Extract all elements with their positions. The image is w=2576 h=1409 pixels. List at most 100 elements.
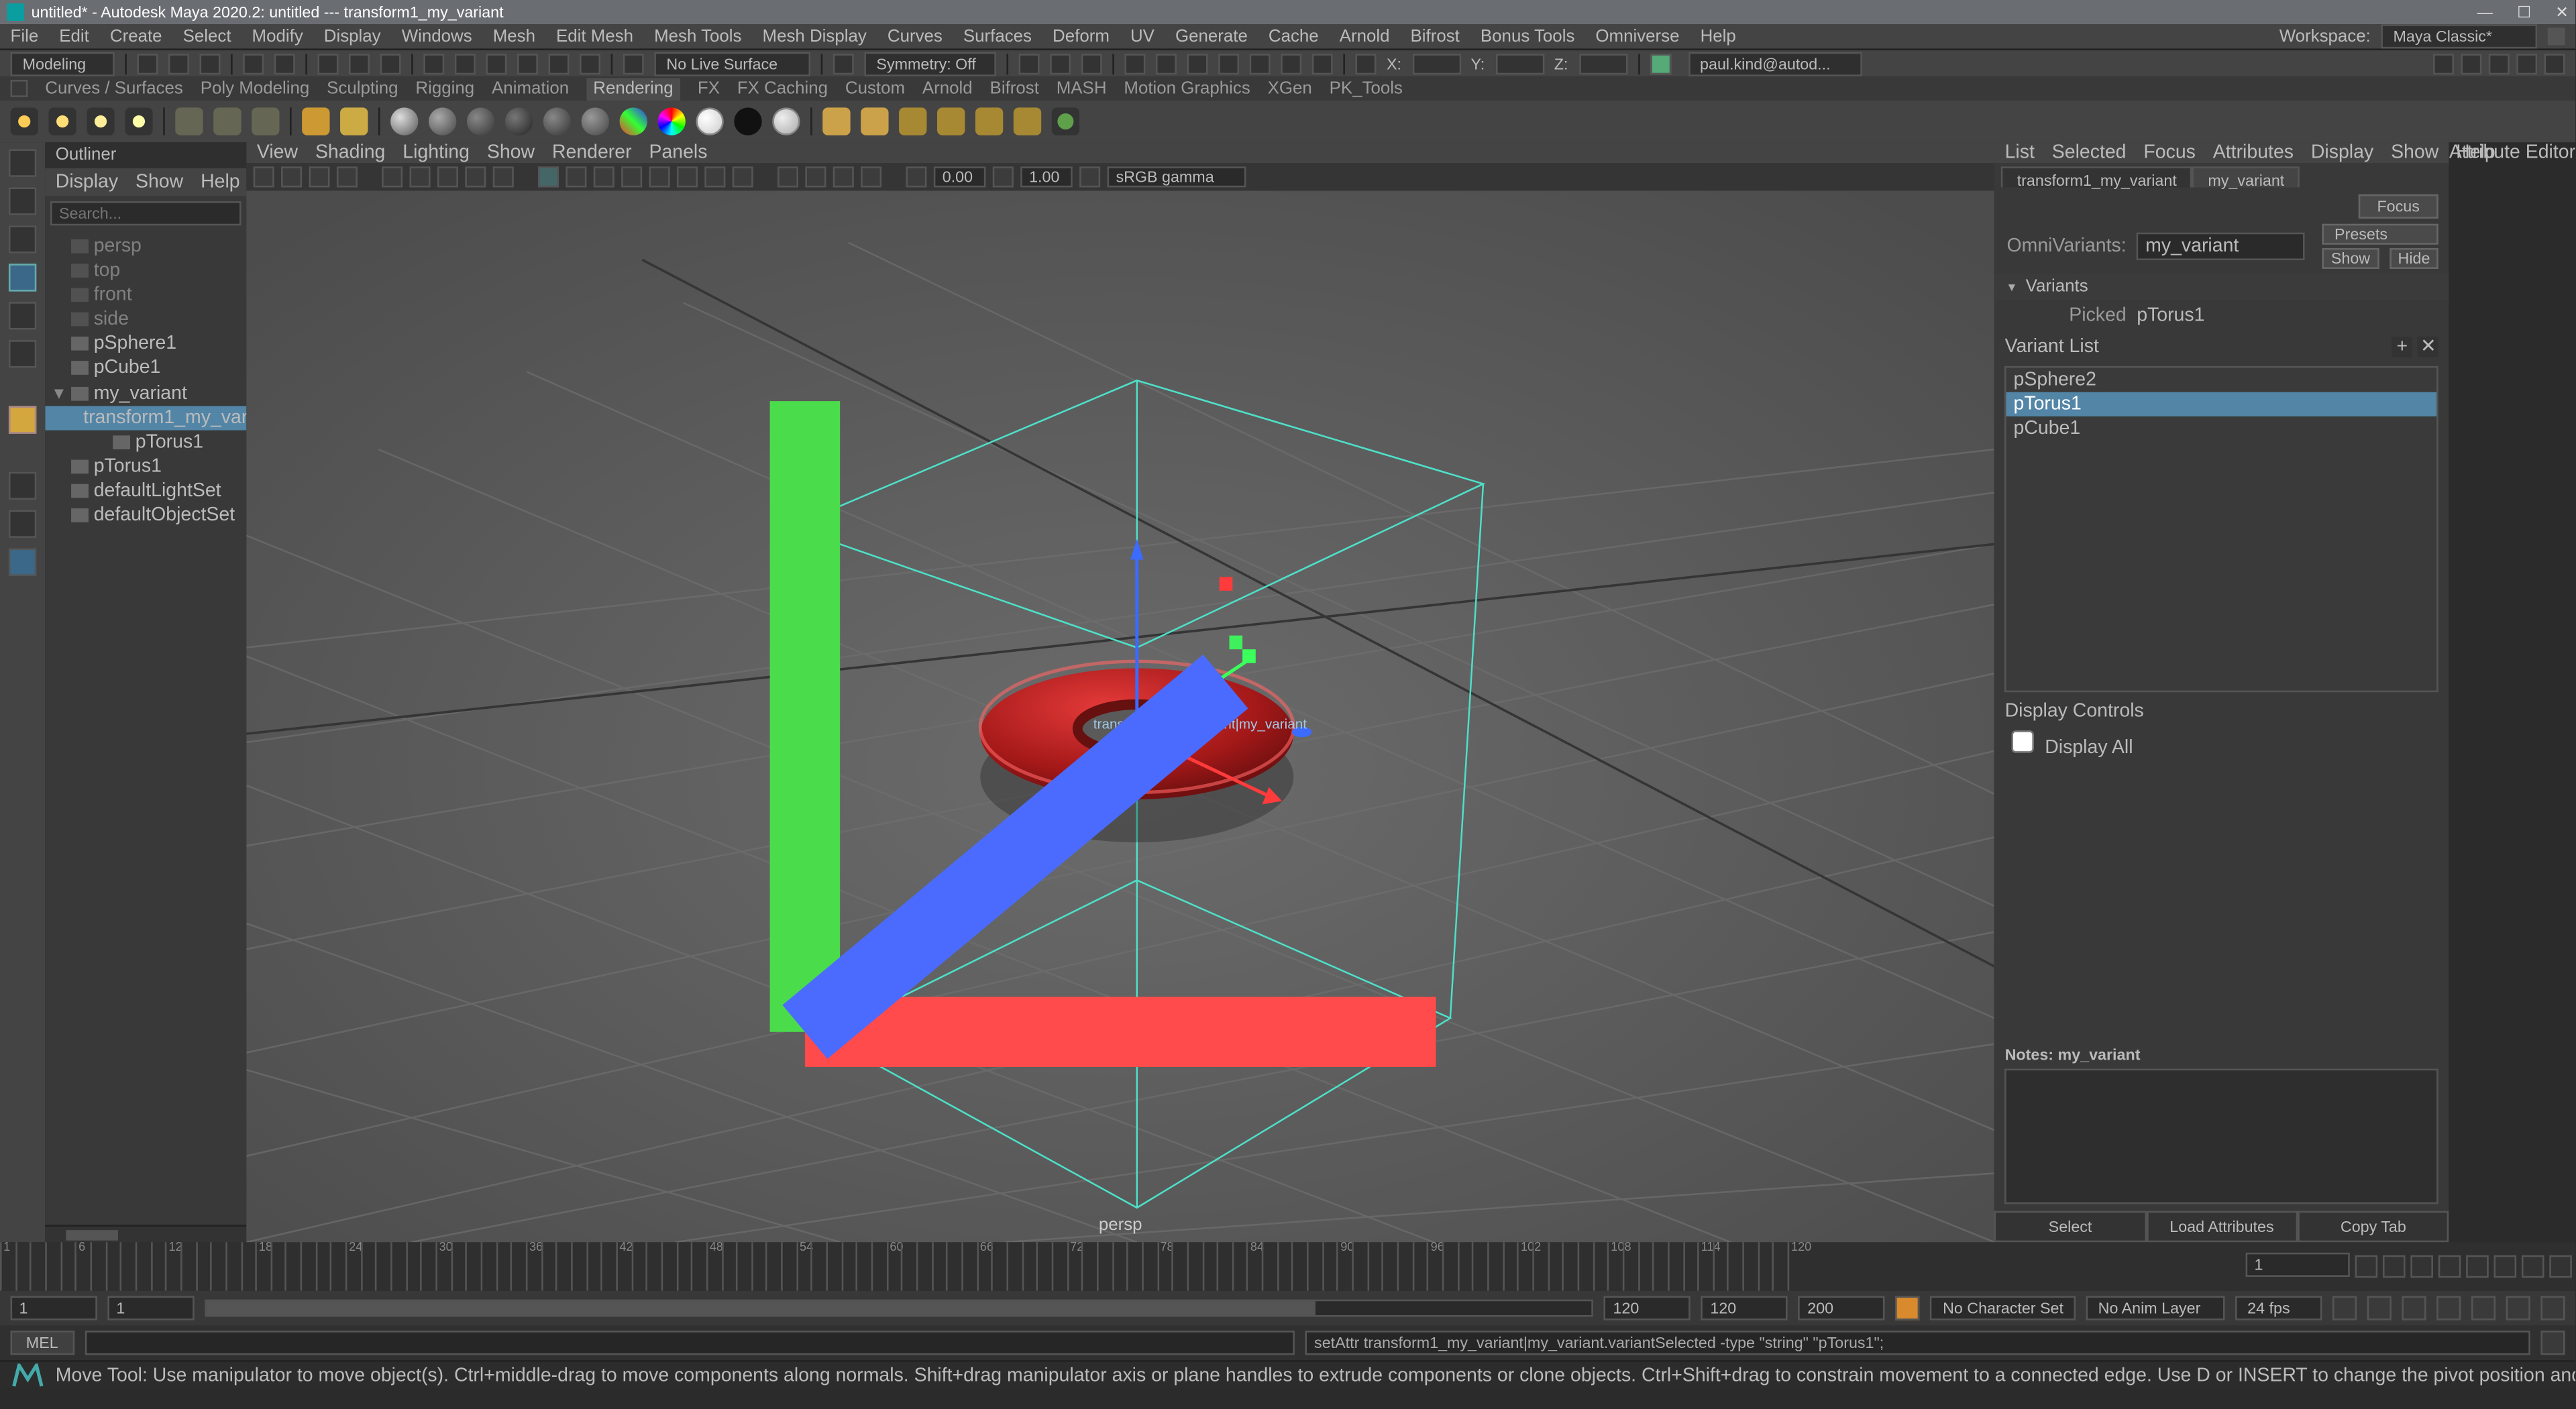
sidebar-toggle-4-icon[interactable]: [2516, 53, 2537, 74]
notes-textarea[interactable]: [2005, 1069, 2439, 1204]
outliner-node-my_variant[interactable]: ▾my_variant: [45, 380, 246, 406]
shelf-render-2-icon[interactable]: [861, 107, 888, 135]
vp-icon-shaded[interactable]: [538, 166, 559, 187]
shelf-icon-5[interactable]: [175, 107, 203, 135]
vp-exposure-field[interactable]: 0.00: [934, 166, 986, 187]
outliner-node-top[interactable]: top: [45, 258, 246, 282]
sidebar-toggle-3-icon[interactable]: [2489, 53, 2510, 74]
vp-icon-8[interactable]: [465, 166, 486, 187]
vp-icon-4[interactable]: [337, 166, 358, 187]
vp-icon-7[interactable]: [437, 166, 458, 187]
hypershade-icon[interactable]: [1250, 53, 1271, 74]
shelf-tab-pktools[interactable]: PK_Tools: [1330, 79, 1403, 98]
shelf-render-5-icon[interactable]: [975, 107, 1003, 135]
material-ball-4-icon[interactable]: [505, 107, 533, 135]
vp-icon-6[interactable]: [410, 166, 431, 187]
menu-file[interactable]: File: [11, 27, 39, 46]
vp-menu-view[interactable]: View: [257, 142, 298, 163]
range-icon-6[interactable]: [2506, 1296, 2530, 1320]
shelf-tab-mash[interactable]: MASH: [1057, 79, 1107, 98]
shelf-render-icon[interactable]: [340, 107, 368, 135]
show-button[interactable]: Show: [2322, 248, 2379, 269]
vp-menu-renderer[interactable]: Renderer: [552, 142, 632, 163]
range-slider[interactable]: [205, 1300, 1594, 1317]
last-tool-icon[interactable]: [9, 406, 36, 433]
range-icon-1[interactable]: [2332, 1296, 2357, 1320]
shelf-render-4-icon[interactable]: [937, 107, 965, 135]
vp-gamma-field[interactable]: 1.00: [1020, 166, 1073, 187]
range-start-inner[interactable]: 1: [107, 1296, 194, 1320]
vp-icon-gate[interactable]: [861, 166, 881, 187]
shelf-tab-animation[interactable]: Animation: [492, 79, 569, 98]
playblast-icon[interactable]: [1281, 53, 1301, 74]
range-icon-5[interactable]: [2471, 1296, 2496, 1320]
select-button[interactable]: Select: [1994, 1211, 2146, 1243]
xyz-toggle-icon[interactable]: [1355, 53, 1376, 74]
play-fwd-icon[interactable]: [2466, 1255, 2489, 1278]
snap-grid-icon[interactable]: [423, 53, 444, 74]
shelf-icon-7[interactable]: [252, 107, 279, 135]
workspace-combo[interactable]: Maya Classic*: [2381, 24, 2537, 48]
lasso-tool-icon[interactable]: [9, 187, 36, 215]
shelf-layout-icon[interactable]: [11, 80, 28, 97]
variant-remove-icon[interactable]: ✕: [2418, 337, 2438, 357]
menu-create[interactable]: Create: [110, 27, 162, 46]
shelf-tab-rigging[interactable]: Rigging: [415, 79, 474, 98]
move-tool-icon[interactable]: [9, 264, 36, 291]
script-editor-icon[interactable]: [2540, 1331, 2565, 1355]
vp-menu-shading[interactable]: Shading: [315, 142, 385, 163]
light-spot-icon[interactable]: [87, 107, 114, 135]
layout-single-icon[interactable]: [9, 472, 36, 500]
material-ball-2-icon[interactable]: [429, 107, 456, 135]
minimize-icon[interactable]: —: [2477, 3, 2493, 21]
menu-windows[interactable]: Windows: [402, 27, 472, 46]
vp-icon-shadow[interactable]: [649, 166, 670, 187]
outliner-node-pCube1[interactable]: pCube1: [45, 355, 246, 380]
play-back-icon[interactable]: [2438, 1255, 2461, 1278]
time-slider[interactable]: 1612182430364248546066727884909610210811…: [0, 1242, 2575, 1290]
vp-icon-textured[interactable]: [594, 166, 614, 187]
rotate-tool-icon[interactable]: [9, 302, 36, 329]
material-ball-3-icon[interactable]: [467, 107, 494, 135]
snap-curve-icon[interactable]: [455, 53, 476, 74]
variant-list[interactable]: pSphere2pTorus1pCube1: [2005, 366, 2439, 692]
menu-uv[interactable]: UV: [1130, 27, 1155, 46]
copy-tab-button[interactable]: Copy Tab: [2298, 1211, 2449, 1243]
character-set-combo[interactable]: No Character Set: [1931, 1296, 2076, 1320]
menu-arnold[interactable]: Arnold: [1340, 27, 1390, 46]
material-ball-10-icon[interactable]: [734, 107, 761, 135]
menu-surfaces[interactable]: Surfaces: [963, 27, 1032, 46]
ipr-icon[interactable]: [1156, 53, 1177, 74]
menu-omniverse[interactable]: Omniverse: [1595, 27, 1679, 46]
menu-deform[interactable]: Deform: [1053, 27, 1110, 46]
shelf-render-1-icon[interactable]: [822, 107, 850, 135]
sidebar-toggle-1-icon[interactable]: [2433, 53, 2454, 74]
attribute-editor-side-tab[interactable]: Attribute Editor: [2449, 142, 2575, 1242]
maximize-icon[interactable]: ☐: [2517, 3, 2531, 21]
range-end-inner[interactable]: 120: [1605, 1296, 1691, 1320]
shelf-render-6-icon[interactable]: [1014, 107, 1041, 135]
shelf-tab-rendering[interactable]: Rendering: [586, 77, 680, 100]
outliner-menu-show[interactable]: Show: [136, 172, 183, 192]
coord-y-field[interactable]: [1495, 53, 1544, 74]
outliner-node-defaultLightSet[interactable]: defaultLightSet: [45, 479, 246, 503]
anim-layer-combo[interactable]: No Anim Layer: [2086, 1296, 2225, 1320]
variant-add-icon[interactable]: +: [2392, 337, 2412, 357]
menu-display[interactable]: Display: [324, 27, 381, 46]
menu-meshtools[interactable]: Mesh Tools: [654, 27, 741, 46]
menu-help[interactable]: Help: [1701, 27, 1736, 46]
outliner-node-transform1_my_variant[interactable]: transform1_my_variant: [45, 406, 246, 430]
menu-bifrost[interactable]: Bifrost: [1411, 27, 1460, 46]
outliner-node-pTorus1[interactable]: pTorus1: [45, 455, 246, 479]
outliner-node-pSphere1[interactable]: pSphere1: [45, 331, 246, 355]
snap-point-icon[interactable]: [486, 53, 506, 74]
vp-icon-aa[interactable]: [704, 166, 725, 187]
attr-menu-attrs[interactable]: Attributes: [2213, 142, 2294, 163]
omnivariants-field[interactable]: my_variant: [2137, 233, 2305, 260]
menu-mesh[interactable]: Mesh: [493, 27, 535, 46]
vp-icon-x[interactable]: [777, 166, 798, 187]
display-all-checkbox[interactable]: [2012, 730, 2035, 753]
menu-curves[interactable]: Curves: [888, 27, 943, 46]
step-fwd-key-icon[interactable]: [2522, 1255, 2544, 1278]
material-ball-11-icon[interactable]: [772, 107, 800, 135]
